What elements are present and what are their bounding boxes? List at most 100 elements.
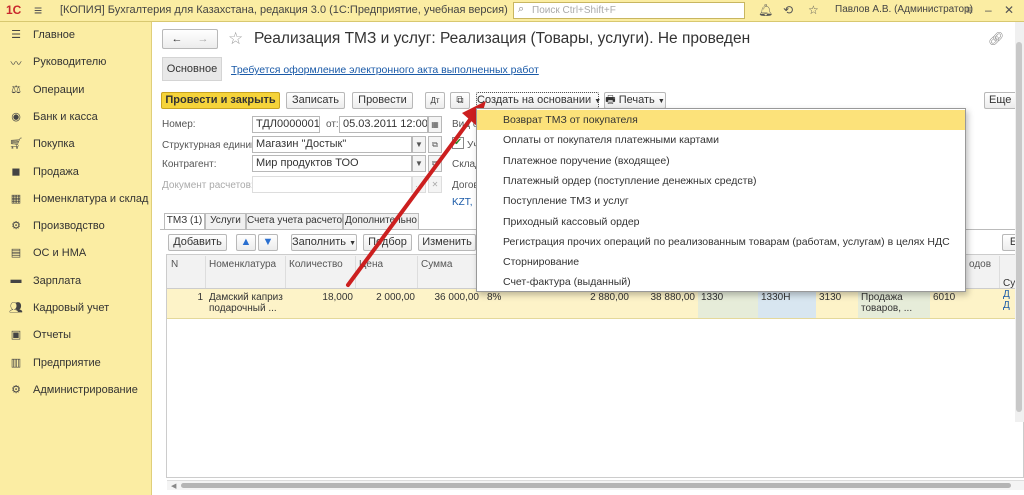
window-menu-icon[interactable]: ≡	[966, 3, 973, 17]
people-icon: 👥︎	[9, 302, 23, 314]
vertical-scrollbar-thumb[interactable]	[1016, 42, 1022, 412]
number-label: Номер:	[162, 119, 196, 130]
number-field[interactable]: ТДЛ00000012	[252, 116, 320, 133]
title-bar: 1С ≡ [КОПИЯ] Бухгалтерия для Казахстана,…	[0, 0, 1024, 22]
operations-icon: ⚖	[11, 83, 21, 96]
post-and-close-button[interactable]: Провести и закрыть	[161, 92, 280, 109]
chart-line-icon: 〰	[10, 58, 22, 71]
sidebar-item-9[interactable]: ▬ Зарплата	[0, 271, 152, 293]
menu-item-3[interactable]: Платежный ордер (поступление денежных ср…	[477, 171, 965, 191]
sidebar-item-3[interactable]: ◉ Банк и касса	[0, 107, 152, 129]
tab-main[interactable]: Основное	[162, 57, 222, 81]
history-icon[interactable]: ⟲	[783, 3, 793, 17]
vertical-scrollbar[interactable]	[1015, 22, 1024, 422]
tab-services[interactable]: Услуги	[205, 213, 246, 229]
bag-icon: ◼	[11, 165, 21, 178]
print-label: Печать	[618, 94, 655, 106]
col-header-extra[interactable]: одов	[966, 256, 1000, 288]
menu-item-8[interactable]: Счет-фактура (выданный)	[477, 272, 965, 292]
add-row-button[interactable]: Добавить	[168, 234, 227, 251]
unit-label: Структурная единица:	[162, 140, 266, 151]
cell-account1: 1330	[698, 290, 758, 318]
scrollbar-thumb[interactable]	[181, 483, 1011, 488]
hamburger-menu-icon[interactable]: ≡	[34, 2, 42, 18]
sidebar-item-13[interactable]: ⚙ Администрирование	[0, 380, 152, 402]
window-title: [КОПИЯ] Бухгалтерия для Казахстана, реда…	[60, 4, 508, 16]
move-down-icon[interactable]: ▼	[258, 234, 278, 251]
close-icon[interactable]: ✕	[1004, 3, 1014, 17]
star-icon[interactable]: ☆	[808, 3, 819, 17]
menu-item-6[interactable]: Регистрация прочих операций по реализова…	[477, 232, 965, 252]
sidebar-item-4[interactable]: 🛒︎ Покупка	[0, 134, 152, 156]
search-icon: ⌕	[518, 3, 525, 15]
cell-vat-sum: 2 880,00	[590, 292, 629, 303]
tab-settlement-accounts[interactable]: Счета учета расчетов	[246, 213, 347, 229]
arrow-left-icon[interactable]: ←	[164, 30, 190, 48]
cell-total: 38 880,00	[650, 292, 696, 303]
sidebar-item-label: Отчеты	[33, 329, 72, 342]
sidebar-item-label: Номенклатура и склад	[33, 192, 149, 205]
create-based-on-menu: Возврат ТМЗ от покупателя Оплаты от покуп…	[476, 108, 966, 292]
dropdown-arrow-icon: ▼	[657, 98, 665, 105]
sidebar-item-0[interactable]: ☰ Главное	[0, 25, 152, 47]
menu-item-5[interactable]: Приходный кассовый ордер	[477, 212, 965, 232]
cart-icon: 🛒︎	[9, 138, 23, 151]
current-user[interactable]: Павлов А.В. (Администратор)	[835, 4, 973, 15]
sidebar-item-11[interactable]: ▣ Отчеты	[0, 325, 152, 347]
fill-label: Заполнить	[292, 236, 347, 248]
horizontal-scrollbar[interactable]: ◀	[167, 480, 1024, 490]
assets-icon: ▤	[10, 247, 22, 260]
menu-item-1[interactable]: Оплаты от покупателя платежными картами	[477, 130, 965, 150]
sidebar-item-label: Предприятие	[33, 356, 101, 369]
cell-item-line2: подарочный ...	[209, 303, 277, 314]
sidebar-item-label: Банк и касса	[33, 110, 98, 123]
move-up-icon[interactable]: ▲	[236, 234, 256, 251]
arrow-right-icon[interactable]: →	[190, 30, 216, 48]
sidebar: ☰ Главное 〰 Руководителю ⚖ Операции ◉ Банк и ка…	[0, 22, 152, 495]
cell-n: 1	[197, 292, 203, 303]
cell-desc-line2: товаров, ...	[861, 303, 913, 314]
sidebar-item-6[interactable]: ▦ Номенклатура и склад	[0, 189, 152, 211]
nav-back-forward[interactable]: ← →	[162, 29, 218, 49]
factory-icon: ⚙	[11, 220, 21, 233]
warehouse-icon: ▦	[10, 192, 22, 205]
sidebar-item-5[interactable]: ◼ Продажа	[0, 162, 152, 184]
global-search-input[interactable]: ⌕ Поиск Ctrl+Shift+F	[513, 2, 745, 19]
bell-icon[interactable]: 🔔︎	[758, 3, 773, 17]
sidebar-item-label: Главное	[33, 29, 76, 41]
cell-item-line1: Дамский каприз	[209, 292, 283, 303]
tab-goods[interactable]: ТМЗ (1)	[164, 213, 205, 230]
settlement-doc-label: Документ расчетов:	[162, 180, 254, 191]
e-act-notice-link[interactable]: Требуется оформление электронного акта в…	[231, 64, 539, 76]
search-placeholder: Поиск Ctrl+Shift+F	[532, 5, 616, 16]
sidebar-item-7[interactable]: ⚙ Производство	[0, 216, 152, 238]
sidebar-item-12[interactable]: ▥ Предприятие	[0, 353, 152, 375]
sidebar-item-1[interactable]: 〰 Руководителю	[0, 52, 152, 74]
sidebar-item-2[interactable]: ⚖ Операции	[0, 80, 152, 102]
menu-item-4[interactable]: Поступление ТМЗ и услуг	[477, 191, 965, 211]
building-icon: ▥	[10, 356, 22, 369]
cell-description: Продажа товаров, ...	[858, 290, 930, 318]
sidebar-item-label: Производство	[33, 220, 105, 233]
sidebar-item-label: Продажа	[33, 165, 79, 178]
sidebar-item-label: Кадровый учет	[33, 302, 110, 314]
gear-icon: ⚙	[11, 383, 21, 396]
sidebar-item-8[interactable]: ▤ ОС и НМА	[0, 243, 152, 265]
dropdown-arrow-icon: ▼	[594, 98, 602, 105]
col-header-item[interactable]: Номенклатура	[206, 256, 286, 288]
menu-item-7[interactable]: Сторнирование	[477, 252, 965, 272]
print-button[interactable]: 🖶︎ Печать ▼	[604, 92, 666, 109]
favorite-star-icon[interactable]: ☆	[228, 29, 243, 49]
reports-icon: ▣	[10, 329, 22, 342]
menu-item-0[interactable]: Возврат ТМЗ от покупателя	[477, 110, 965, 130]
sidebar-item-label: Администрирование	[33, 383, 138, 396]
date-label: от:	[326, 119, 339, 130]
col-header-n[interactable]: N	[168, 256, 206, 288]
link-icon[interactable]: 🔗︎	[988, 31, 1005, 47]
app-logo: 1С	[6, 3, 22, 17]
save-button[interactable]: Записать	[286, 92, 345, 109]
menu-item-2[interactable]: Платежное поручение (входящее)	[477, 151, 965, 171]
minimize-icon[interactable]: –	[985, 3, 992, 17]
sidebar-item-10[interactable]: 👥︎ Кадровый учет	[0, 298, 152, 320]
scroll-left-icon[interactable]: ◀	[171, 482, 176, 490]
